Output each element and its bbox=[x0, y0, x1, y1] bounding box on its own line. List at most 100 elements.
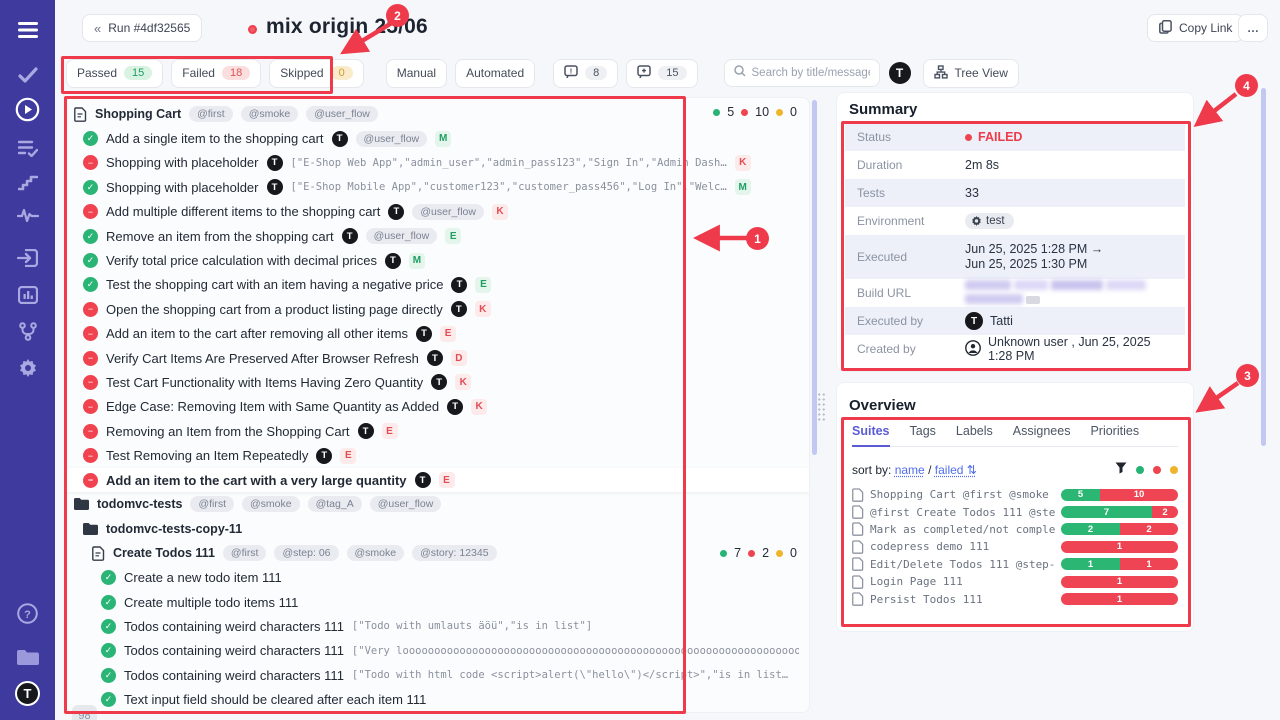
filter-manual[interactable]: Manual bbox=[386, 59, 447, 88]
passed-status-icon: ✓ bbox=[83, 180, 98, 195]
testomat-logo[interactable]: T bbox=[0, 680, 55, 706]
suite-row[interactable]: Shopping Cart@first@smoke@user_flow bbox=[66, 102, 809, 126]
test-row[interactable]: ✓Verify total price calculation with dec… bbox=[66, 248, 809, 272]
test-row[interactable]: ✓Todos containing weird characters 111["… bbox=[66, 663, 809, 687]
overview-suite-row[interactable]: Persist Todos 1111 bbox=[852, 590, 1178, 607]
test-row[interactable]: ✓Create multiple todo items 111 bbox=[66, 590, 809, 614]
folder-row[interactable]: todomvc-tests@first@smoke@tag_A@user_flo… bbox=[66, 492, 809, 516]
tab-assignees[interactable]: Assignees bbox=[1013, 424, 1071, 447]
suite-name[interactable]: Shopping Cart @first @smoke … bbox=[870, 488, 1055, 501]
filter-failed[interactable]: Failed 18 bbox=[171, 59, 261, 88]
list-check-icon[interactable] bbox=[0, 135, 55, 161]
test-row[interactable]: −Shopping with placeholderT["E-Shop Web … bbox=[66, 151, 809, 175]
environment-badge[interactable]: test bbox=[965, 213, 1014, 229]
more-options-button[interactable]: … bbox=[1238, 14, 1268, 42]
test-row[interactable]: ✓Shopping with placeholderT["E-Shop Mobi… bbox=[66, 175, 809, 199]
copy-link-button[interactable]: Copy Link bbox=[1147, 14, 1244, 42]
funnel-filter-icon[interactable] bbox=[1115, 462, 1127, 477]
help-icon[interactable]: ? bbox=[0, 600, 55, 626]
test-row[interactable]: ✓Remove an item from the shopping cartT@… bbox=[66, 224, 809, 248]
test-row[interactable]: ✓Todos containing weird characters 111["… bbox=[66, 614, 809, 638]
test-row[interactable]: −Test Removing an Item RepeatedlyTE bbox=[66, 443, 809, 467]
branch-icon[interactable] bbox=[0, 318, 55, 344]
suite-name[interactable]: codepress demo 111 bbox=[870, 540, 1055, 553]
play-run-icon[interactable] bbox=[0, 96, 55, 122]
tab-labels[interactable]: Labels bbox=[956, 424, 993, 447]
search-input[interactable] bbox=[752, 67, 870, 79]
suite-name[interactable]: Persist Todos 111 bbox=[870, 593, 1055, 606]
filter-skipped[interactable]: Skipped 0 bbox=[269, 59, 364, 88]
tag-badge[interactable]: @user_flow bbox=[306, 106, 378, 122]
tree-view-button[interactable]: Tree View bbox=[923, 59, 1019, 88]
tag-badge[interactable]: @first bbox=[189, 106, 233, 122]
tag-badge[interactable]: @first bbox=[223, 545, 267, 561]
overview-suite-row[interactable]: codepress demo 1111 bbox=[852, 538, 1178, 555]
overview-suite-row[interactable]: Edit/Delete Todos 111 @step-…11 bbox=[852, 556, 1178, 573]
sort-by-failed-link[interactable]: failed ⇅ bbox=[935, 463, 977, 477]
suite-name[interactable]: Edit/Delete Todos 111 @step-… bbox=[870, 558, 1055, 571]
panel-resize-handle[interactable] bbox=[817, 392, 826, 422]
filter-passed[interactable]: Passed 15 bbox=[66, 59, 163, 88]
overview-suite-row[interactable]: Shopping Cart @first @smoke …510 bbox=[852, 486, 1178, 503]
menu-icon[interactable] bbox=[0, 17, 55, 43]
tag-badge[interactable]: @first bbox=[190, 496, 234, 512]
overview-suite-row[interactable]: Login Page 1111 bbox=[852, 573, 1178, 590]
steps-icon[interactable] bbox=[0, 170, 55, 196]
checklist-filter-button[interactable]: 15 bbox=[626, 59, 697, 88]
test-row[interactable]: −Add multiple different items to the sho… bbox=[66, 200, 809, 224]
suite-row[interactable]: Create Todos 111 @first @step: 06 @smoke @st… bbox=[66, 541, 809, 565]
gear-icon[interactable] bbox=[0, 356, 55, 382]
test-row[interactable]: −Open the shopping cart from a product l… bbox=[66, 297, 809, 321]
tab-tags[interactable]: Tags bbox=[910, 424, 936, 447]
overview-suite-row[interactable]: @first Create Todos 111 @ste…72 bbox=[852, 503, 1178, 520]
test-row[interactable]: −Removing an Item from the Shopping Cart… bbox=[66, 419, 809, 443]
filter-passed-dot[interactable] bbox=[1136, 466, 1144, 474]
overview-suite-row[interactable]: Mark as completed/not comple…22 bbox=[852, 521, 1178, 538]
projects-folder-icon[interactable] bbox=[0, 643, 55, 669]
test-row[interactable]: −Add an item to the cart after removing … bbox=[66, 322, 809, 346]
tag-badge[interactable]: @smoke bbox=[347, 545, 405, 561]
suite-name[interactable]: Login Page 111 bbox=[870, 575, 1055, 588]
test-row[interactable]: ✓Text input field should be cleared afte… bbox=[66, 687, 809, 711]
tag-badge[interactable]: @tag_A bbox=[308, 496, 362, 512]
folder-row[interactable]: todomvc-tests-copy-11 bbox=[66, 517, 809, 541]
test-row[interactable]: −Test Cart Functionality with Items Havi… bbox=[66, 370, 809, 394]
tag-badge[interactable]: @step: 06 bbox=[274, 545, 338, 561]
tree-view-icon bbox=[934, 65, 948, 82]
pulse-icon[interactable] bbox=[0, 202, 55, 228]
tag-badge[interactable]: @user_flow bbox=[370, 496, 442, 512]
redacted-segment bbox=[965, 294, 1023, 304]
search-box[interactable] bbox=[724, 59, 880, 87]
filter-failed-dot[interactable] bbox=[1153, 466, 1161, 474]
tag-badge[interactable]: @smoke bbox=[242, 496, 300, 512]
test-row[interactable]: ✓Todos containing weird characters 111["… bbox=[66, 639, 809, 663]
assignee-avatar: K bbox=[455, 374, 471, 390]
tag-badge[interactable]: @user_flow bbox=[366, 228, 438, 244]
suite-name[interactable]: Mark as completed/not comple… bbox=[870, 523, 1055, 536]
filter-skipped-dot[interactable] bbox=[1170, 466, 1178, 474]
tag-badge[interactable]: @user_flow bbox=[356, 131, 428, 147]
reports-icon[interactable] bbox=[0, 282, 55, 308]
test-row[interactable]: −Add an item to the cart with a very lar… bbox=[66, 468, 809, 492]
comments-filter-button[interactable]: ! 8 bbox=[553, 59, 618, 88]
test-row[interactable]: −Edge Case: Removing Item with Same Quan… bbox=[66, 395, 809, 419]
run-back-button[interactable]: « Run #4df32565 bbox=[82, 14, 202, 42]
tab-priorities[interactable]: Priorities bbox=[1090, 424, 1139, 447]
tag-badge[interactable]: @story: 12345 bbox=[412, 545, 496, 561]
suite-name[interactable]: @first Create Todos 111 @ste… bbox=[870, 506, 1055, 519]
filter-automated[interactable]: Automated bbox=[455, 59, 535, 88]
testomat-filter-logo[interactable]: T bbox=[889, 62, 911, 84]
suite-title: Create Todos 111 bbox=[113, 546, 215, 560]
test-row[interactable]: ✓Create a new todo item 111 bbox=[66, 565, 809, 589]
tag-badge[interactable]: @user_flow bbox=[412, 204, 484, 220]
check-icon[interactable] bbox=[0, 62, 55, 88]
tag-badge[interactable]: @smoke bbox=[241, 106, 299, 122]
test-row[interactable]: −Verify Cart Items Are Preserved After B… bbox=[66, 346, 809, 370]
page-scrollbar[interactable] bbox=[1261, 88, 1266, 446]
tab-suites[interactable]: Suites bbox=[852, 424, 890, 447]
test-row[interactable]: ✓Test the shopping cart with an item hav… bbox=[66, 273, 809, 297]
import-icon[interactable] bbox=[0, 245, 55, 271]
test-row[interactable]: ✓Add a single item to the shopping cartT… bbox=[66, 126, 809, 150]
failed-status-icon: − bbox=[83, 399, 98, 414]
sort-by-name-link[interactable]: name bbox=[895, 463, 925, 477]
